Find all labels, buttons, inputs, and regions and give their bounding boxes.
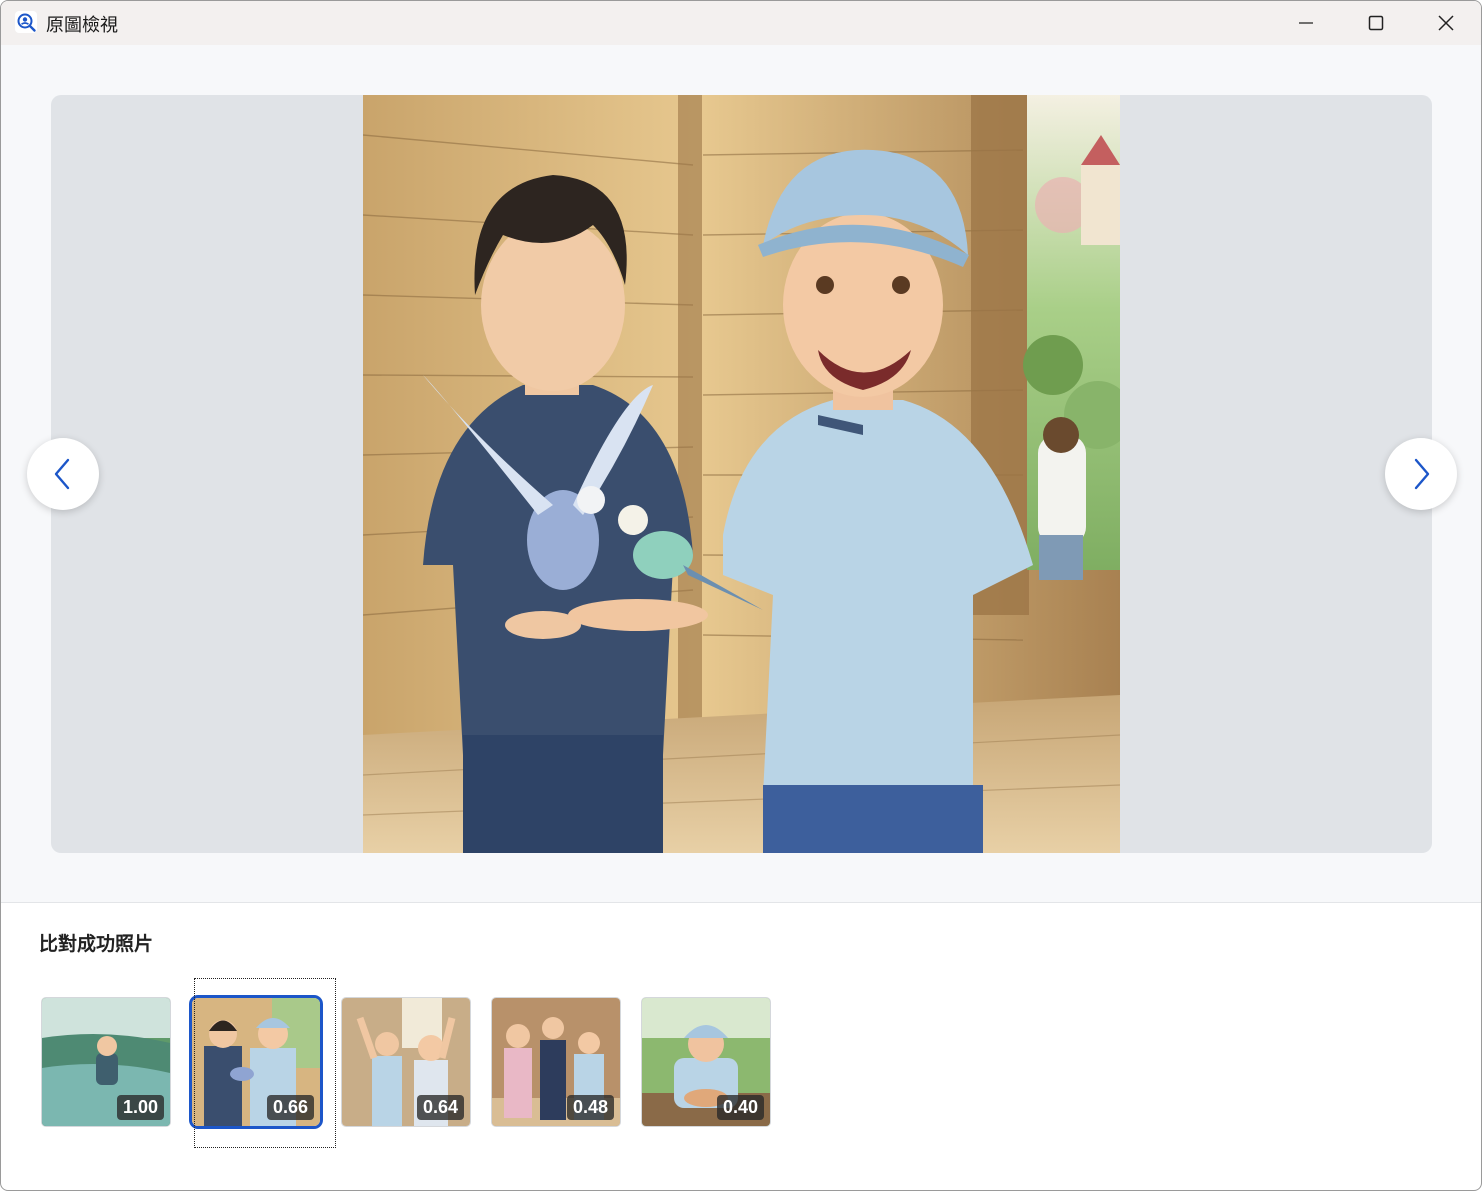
minimize-icon [1299,22,1313,24]
similarity-score: 0.66 [266,1095,314,1120]
match-thumbnail-selected[interactable]: 0.66 [192,998,320,1126]
next-image-button[interactable] [1385,438,1457,510]
minimize-button[interactable] [1271,1,1341,45]
image-viewer [1,45,1481,903]
app-window: 原圖檢視 比對成功照片 1.00 0.66 0.64 0.48 0.40 [0,0,1482,1191]
window-title: 原圖檢視 [46,15,118,36]
similarity-score: 0.64 [416,1095,464,1120]
maximize-button[interactable] [1341,1,1411,45]
close-icon [1438,15,1454,31]
matches-section-title: 比對成功照片 [39,933,154,955]
maximize-icon [1368,15,1384,31]
similarity-score: 0.40 [716,1095,764,1120]
image-stage [51,95,1432,853]
original-image [363,95,1120,853]
chevron-right-icon [1414,458,1430,490]
similarity-score: 0.48 [566,1095,614,1120]
user-search-icon [15,11,37,33]
close-button[interactable] [1411,1,1481,45]
match-thumbnail[interactable]: 0.48 [492,998,620,1126]
previous-image-button[interactable] [27,438,99,510]
title-bar[interactable]: 原圖檢視 [1,1,1481,45]
similarity-score: 1.00 [116,1095,164,1120]
match-thumbnail[interactable]: 0.40 [642,998,770,1126]
match-thumbnail[interactable]: 0.64 [342,998,470,1126]
match-thumbnail[interactable]: 1.00 [42,998,170,1126]
chevron-left-icon [54,458,70,490]
